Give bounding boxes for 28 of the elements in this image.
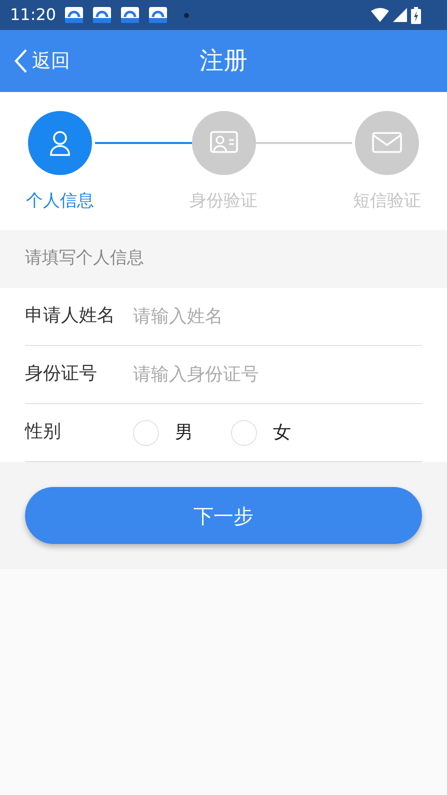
app-notification-icon xyxy=(148,6,168,24)
back-chevron-icon xyxy=(14,48,28,74)
app-notification-icon xyxy=(120,6,140,24)
text-input[interactable]: 请输入姓名 xyxy=(133,303,422,330)
text-input[interactable]: 请输入身份证号 xyxy=(133,361,422,388)
section-title: 请填写个人信息 xyxy=(0,230,447,288)
envelope-icon xyxy=(371,130,403,156)
field-label: 性别 xyxy=(25,421,62,444)
step-label: 短信验证 xyxy=(353,190,421,213)
radio-button[interactable] xyxy=(231,420,257,446)
dot-icon xyxy=(184,12,190,18)
signal-icon xyxy=(393,8,407,22)
field-label: 申请人姓名 xyxy=(25,305,116,328)
step-label: 个人信息 xyxy=(26,190,94,213)
radio-label: 男 xyxy=(175,421,193,445)
app-notification-icon xyxy=(92,6,112,24)
radio-label: 女 xyxy=(273,421,291,445)
status-time: 11:20 xyxy=(10,4,56,26)
next-button[interactable]: 下一步 xyxy=(25,487,422,544)
id-card-icon xyxy=(208,130,240,156)
page-title: 注册 xyxy=(200,46,248,76)
step-label: 身份验证 xyxy=(190,190,258,213)
battery-icon xyxy=(411,6,421,24)
back-button[interactable]: 返回 xyxy=(0,30,84,92)
radio-button[interactable] xyxy=(133,420,159,446)
field-label: 身份证号 xyxy=(25,363,98,386)
app-notification-icon xyxy=(64,6,84,24)
wifi-icon xyxy=(371,8,389,22)
